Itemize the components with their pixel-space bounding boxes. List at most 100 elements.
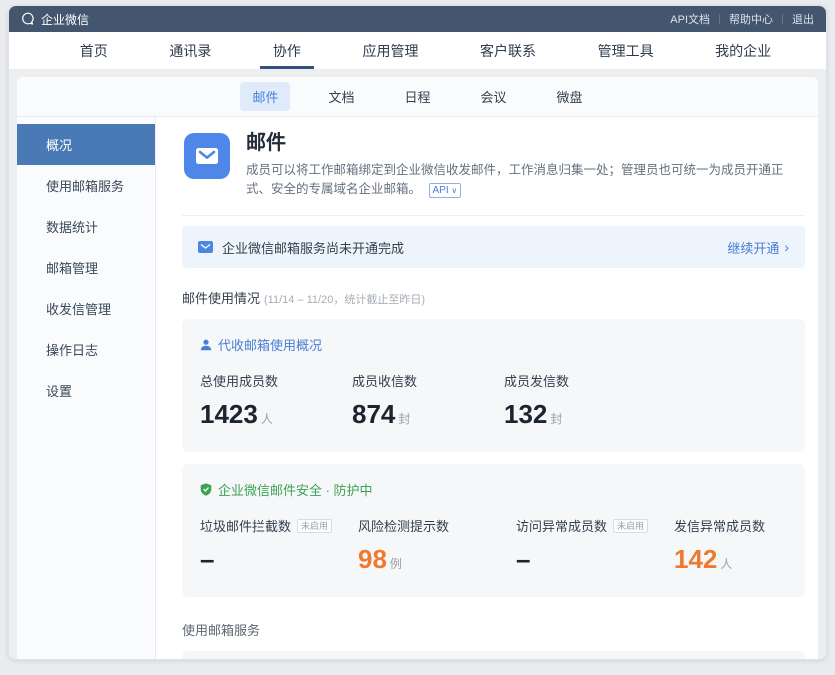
domain-row: 企业域名 tangyun.com 开通中 继续开通 ··· <box>182 651 805 660</box>
nav-item-label: 协作 <box>273 41 301 61</box>
content-panel: 邮件 文档 日程 会议 微盘 概况 使用邮箱服务 数据统计 邮箱管理 收发信管理… <box>17 77 818 660</box>
stat-label: 访问异常成员数 未启用 <box>516 516 674 535</box>
tab-meeting[interactable]: 会议 <box>469 82 519 111</box>
nav-item-my-company[interactable]: 我的企业 <box>715 32 771 69</box>
nav-item-customer-contact[interactable]: 客户联系 <box>480 32 536 69</box>
nav-item-app-management[interactable]: 应用管理 <box>362 32 418 69</box>
body-row: 概况 使用邮箱服务 数据统计 邮箱管理 收发信管理 操作日志 设置 <box>17 117 818 660</box>
tab-schedule[interactable]: 日程 <box>392 82 442 111</box>
usage-card-title: 代收邮箱使用概况 <box>218 335 322 354</box>
stat-label: 风险检测提示数 <box>358 516 516 535</box>
stat-value: 874封 <box>352 399 504 434</box>
nav-item-label: 首页 <box>80 41 108 61</box>
main-content: 邮件 成员可以将工作邮箱绑定到企业微信收发邮件，工作消息归集一处；管理员也可统一… <box>156 117 818 660</box>
topbar-link-logout[interactable]: 退出 <box>792 11 814 27</box>
topbar-link-api-docs[interactable]: API文档 <box>670 11 710 27</box>
usage-section-title: 邮件使用情况 <box>182 288 260 307</box>
sidebar-item-statistics[interactable]: 数据统计 <box>17 206 155 247</box>
usage-section-header: 邮件使用情况 (11/14 – 11/20，统计截止至昨日) <box>182 288 805 307</box>
continue-setup-label: 继续开通 <box>727 238 779 257</box>
not-enabled-badge: 未启用 <box>297 519 332 533</box>
chevron-right-icon: › <box>784 240 789 254</box>
stat-value: – <box>200 544 358 574</box>
chevron-down-icon: ∨ <box>451 186 457 195</box>
stat-value: 132封 <box>504 399 656 434</box>
stat-unit: 人 <box>261 412 273 426</box>
tab-drive[interactable]: 微盘 <box>545 82 595 111</box>
stat-unit: 人 <box>720 557 732 571</box>
stat-unit: 例 <box>390 557 402 571</box>
page-description: 成员可以将工作邮箱绑定到企业微信收发邮件，工作消息归集一处；管理员也可统一为成员… <box>246 161 805 199</box>
app-window: 企业微信 API文档 帮助中心 退出 首页 通讯录 协作 应用管理 客户联系 管… <box>8 5 827 660</box>
nav-item-label: 应用管理 <box>362 41 418 61</box>
topbar: 企业微信 API文档 帮助中心 退出 <box>9 6 826 32</box>
page-title: 邮件 <box>246 130 805 156</box>
stat-mails-sent: 成员发信数 132封 <box>504 371 656 434</box>
not-enabled-badge: 未启用 <box>613 519 648 533</box>
nav-item-label: 管理工具 <box>598 41 654 61</box>
stat-label: 总使用成员数 <box>200 371 352 390</box>
nav-item-label: 客户联系 <box>480 41 536 61</box>
mail-security-card: 企业微信邮件安全 · 防护中 垃圾邮件拦截数 未启用 – <box>182 464 805 597</box>
app-header-text: 邮件 成员可以将工作邮箱绑定到企业微信收发邮件，工作消息归集一处；管理员也可统一… <box>246 130 805 199</box>
stat-abnormal-access-members: 访问异常成员数 未启用 – <box>516 516 674 579</box>
security-stats-row: 垃圾邮件拦截数 未启用 – 风险检测提示数 98例 <box>200 516 787 579</box>
envelope-icon <box>198 241 213 253</box>
nav-item-label: 通讯录 <box>169 41 211 61</box>
nav-item-home[interactable]: 首页 <box>80 32 108 69</box>
stat-unit: 封 <box>550 412 562 426</box>
service-section-title: 使用邮箱服务 <box>182 620 805 639</box>
usage-overview-card: 代收邮箱使用概况 总使用成员数 1423人 成员收 <box>182 319 805 452</box>
tab-mail[interactable]: 邮件 <box>240 82 290 111</box>
usage-section-subtitle: (11/14 – 11/20，统计截止至昨日) <box>264 291 425 307</box>
nav-item-label: 我的企业 <box>715 41 771 61</box>
topbar-links: API文档 帮助中心 退出 <box>670 11 814 27</box>
notice-text: 企业微信邮箱服务尚未开通完成 <box>222 238 404 257</box>
sidebar-item-mail-service[interactable]: 使用邮箱服务 <box>17 165 155 206</box>
stat-value: 98例 <box>358 544 516 579</box>
usage-card-header[interactable]: 代收邮箱使用概况 <box>200 335 787 354</box>
shield-check-icon <box>200 483 212 496</box>
page-description-text: 成员可以将工作邮箱绑定到企业微信收发邮件，工作消息归集一处；管理员也可统一为成员… <box>246 163 784 196</box>
sidebar-item-overview[interactable]: 概况 <box>17 124 155 165</box>
stat-value: 1423人 <box>200 399 352 434</box>
brand: 企业微信 <box>21 11 89 28</box>
stat-label: 成员收信数 <box>352 371 504 390</box>
section-divider <box>182 215 805 216</box>
stat-value: 142人 <box>674 544 818 579</box>
stat-label: 发信异常成员数 <box>674 516 818 535</box>
stat-label: 成员发信数 <box>504 371 656 390</box>
sidebar-item-operation-log[interactable]: 操作日志 <box>17 329 155 370</box>
topbar-separator <box>782 14 783 24</box>
envelope-icon <box>194 143 220 169</box>
security-card-title: 企业微信邮件安全 · 防护中 <box>218 480 373 499</box>
api-dropdown-tag[interactable]: API ∨ <box>429 183 462 198</box>
mail-app-icon <box>184 133 230 179</box>
sidebar-item-send-receive-management[interactable]: 收发信管理 <box>17 288 155 329</box>
page-background: 企业微信 API文档 帮助中心 退出 首页 通讯录 协作 应用管理 客户联系 管… <box>0 0 835 675</box>
stat-unit: 封 <box>398 412 410 426</box>
setup-notice-bar: 企业微信邮箱服务尚未开通完成 继续开通 › <box>182 226 805 268</box>
primary-nav: 首页 通讯录 协作 应用管理 客户联系 管理工具 我的企业 <box>9 32 826 69</box>
nav-item-management-tools[interactable]: 管理工具 <box>598 32 654 69</box>
usage-stats-row: 总使用成员数 1423人 成员收信数 874封 <box>200 371 787 434</box>
brand-label: 企业微信 <box>41 11 89 28</box>
nav-item-contacts[interactable]: 通讯录 <box>169 32 211 69</box>
nav-item-collaboration[interactable]: 协作 <box>273 32 301 69</box>
sidebar: 概况 使用邮箱服务 数据统计 邮箱管理 收发信管理 操作日志 设置 <box>17 117 156 660</box>
stat-abnormal-sender-members: 发信异常成员数 142人 <box>674 516 818 579</box>
continue-setup-link[interactable]: 继续开通 › <box>727 238 789 257</box>
stat-mails-received: 成员收信数 874封 <box>352 371 504 434</box>
stat-label: 垃圾邮件拦截数 未启用 <box>200 516 358 535</box>
stat-spam-intercepted: 垃圾邮件拦截数 未启用 – <box>200 516 358 579</box>
person-icon <box>200 339 212 351</box>
tab-docs[interactable]: 文档 <box>316 82 366 111</box>
stat-value: – <box>516 544 674 574</box>
stat-total-members: 总使用成员数 1423人 <box>200 371 352 434</box>
sidebar-item-settings[interactable]: 设置 <box>17 370 155 411</box>
stat-risk-alerts: 风险检测提示数 98例 <box>358 516 516 579</box>
sub-tabbar: 邮件 文档 日程 会议 微盘 <box>17 77 818 117</box>
api-tag-label: API <box>433 185 449 196</box>
topbar-link-help-center[interactable]: 帮助中心 <box>729 11 773 27</box>
sidebar-item-mailbox-management[interactable]: 邮箱管理 <box>17 247 155 288</box>
